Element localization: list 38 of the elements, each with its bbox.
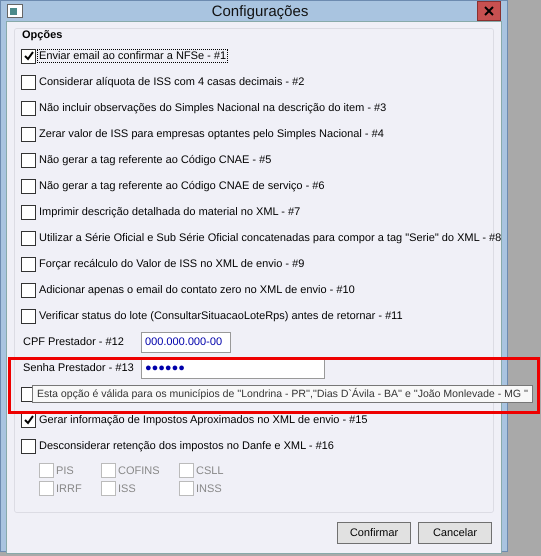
checkbox-label[interactable]: Zerar valor de ISS para empresas optantes pelo Simples Nacional - #4 bbox=[38, 128, 385, 140]
checkbox-label[interactable]: Verificar status do lote (ConsultarSituacaoLoteRps) antes de retornar - #11 bbox=[38, 310, 404, 322]
dialog-button[interactable]: Confirmar bbox=[337, 522, 411, 544]
close-button[interactable] bbox=[476, 1, 501, 21]
checkbox[interactable] bbox=[21, 48, 36, 64]
checkbox[interactable] bbox=[21, 230, 36, 246]
checkbox[interactable] bbox=[21, 126, 36, 142]
checkbox[interactable] bbox=[21, 74, 36, 90]
checkbox-label[interactable]: Imprimir descrição detalhada do material no XML - #7 bbox=[38, 206, 302, 218]
checkbox[interactable] bbox=[21, 438, 36, 454]
tooltip: Esta opção é válida para os municípios de ''Londrina - PR'',''Dias D`Ávila - BA'' e ''João Monlevade - MG '' bbox=[32, 385, 533, 403]
checkmark-icon bbox=[22, 50, 34, 62]
checkbox[interactable] bbox=[21, 204, 36, 220]
text-field[interactable]: 000.000.000-00 bbox=[141, 332, 231, 352]
checkbox[interactable] bbox=[21, 256, 36, 272]
close-icon bbox=[484, 6, 494, 16]
checkbox[interactable] bbox=[21, 152, 36, 168]
checkbox-label[interactable]: Forçar recálculo do Valor de ISS no XML de envio - #9 bbox=[38, 258, 306, 270]
field-label: Senha Prestador - #13 bbox=[22, 362, 135, 374]
checkbox-label[interactable]: Enviar email ao confirmar a NFSe - #1 bbox=[38, 50, 228, 62]
checkbox[interactable] bbox=[21, 282, 36, 298]
checkbox[interactable] bbox=[21, 308, 36, 324]
checkbox-label[interactable]: Desconsiderar retenção dos impostos no Danfe e XML - #16 bbox=[38, 440, 335, 452]
checkbox-label[interactable]: Gerar informação de Impostos Aproximados no XML de envio - #15 bbox=[38, 414, 369, 426]
group-title: Opções bbox=[21, 29, 64, 41]
field-label: CPF Prestador - #12 bbox=[22, 336, 125, 348]
checkbox-label[interactable]: Não gerar a tag referente ao Código CNAE - #5 bbox=[38, 154, 272, 166]
checkmark-icon bbox=[22, 414, 34, 426]
app-icon bbox=[7, 4, 23, 18]
checkbox-label[interactable]: Não gerar a tag referente ao Código CNAE de serviço - #6 bbox=[38, 180, 326, 192]
checkbox-label[interactable]: Considerar alíquota de ISS com 4 casas decimais - #2 bbox=[38, 76, 306, 88]
dialog-button[interactable]: Cancelar bbox=[418, 522, 492, 544]
window-title: Configurações bbox=[210, 2, 308, 20]
checkbox-label[interactable]: Utilizar a Série Oficial e Sub Série Oficial concatenadas para compor a tag "Serie" do XML - #8 bbox=[38, 232, 502, 244]
checkbox[interactable] bbox=[21, 178, 36, 194]
checkbox[interactable] bbox=[21, 100, 36, 116]
checkbox-label[interactable]: Não incluir observações do Simples Nacional na descrição do item - #3 bbox=[38, 102, 388, 114]
checkbox-label[interactable]: Adicionar apenas o email do contato zero no XML de envio - #10 bbox=[38, 284, 356, 296]
